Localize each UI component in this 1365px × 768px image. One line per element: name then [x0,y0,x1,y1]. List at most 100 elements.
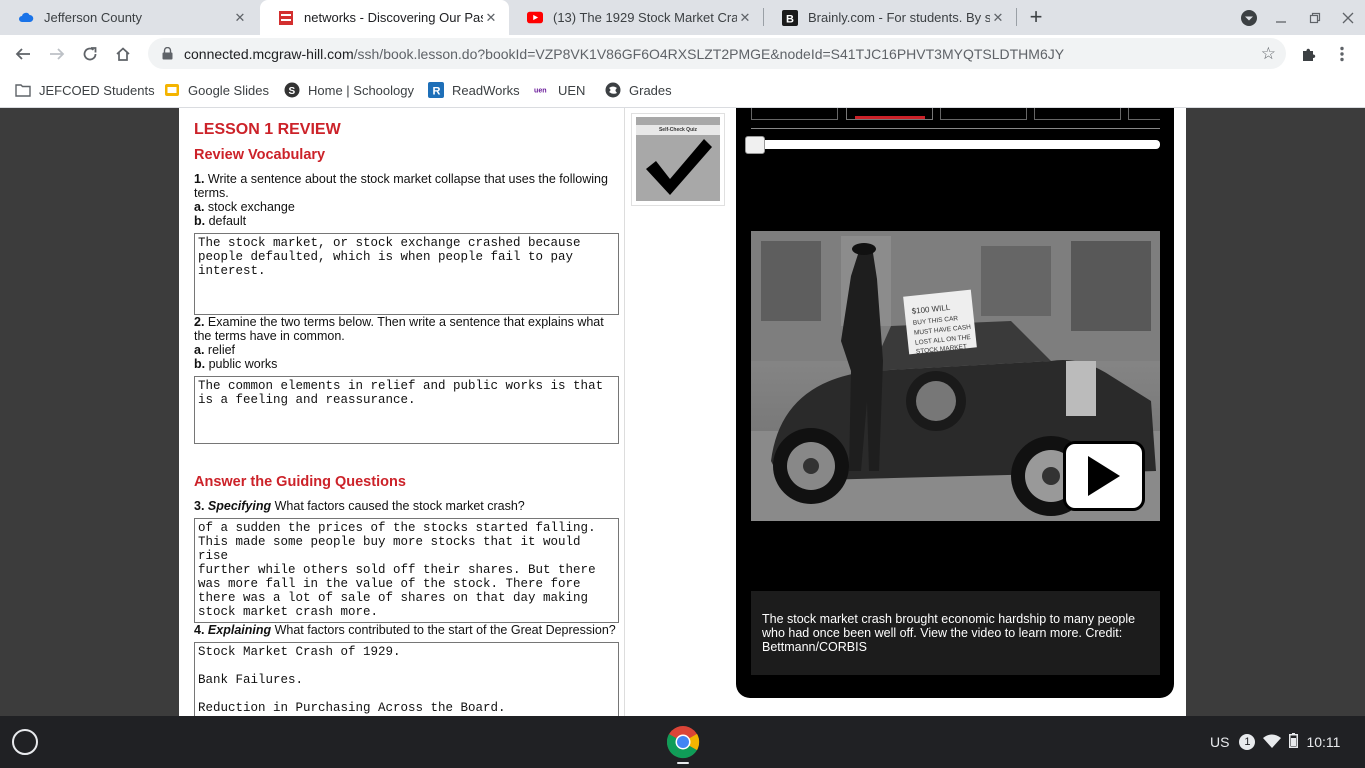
restore-icon[interactable] [1298,0,1332,35]
launcher-icon[interactable] [12,729,38,755]
notification-count: 1 [1244,736,1251,748]
bookmark-jefcoed-students[interactable]: JEFCOED Students [15,80,155,100]
media-thumbnail[interactable] [1128,108,1160,120]
bookmark-schoology[interactable]: S Home | Schoology [284,80,414,100]
readworks-icon: R [428,82,444,98]
close-icon[interactable]: ✕ [990,10,1006,26]
term-b-label: b. [194,357,206,371]
answer-1-textarea[interactable]: The stock market, or stock exchange cras… [194,233,619,315]
divider [751,128,1160,129]
mcgraw-hill-icon [278,10,294,26]
close-icon[interactable]: ✕ [232,10,248,26]
question-1: 1. Write a sentence about the stock mark… [194,172,624,228]
answer-3-textarea[interactable]: of a sudden the prices of the stocks sta… [194,518,619,623]
tab-separator [1016,8,1017,26]
lock-icon[interactable] [160,47,174,61]
media-thumbnail[interactable] [1034,108,1121,120]
bookmark-uen[interactable]: uen UEN [534,80,585,100]
chrome-icon[interactable] [666,725,700,759]
photo-caption: The stock market crash brought economic … [751,591,1160,675]
url-text: connected.mcgraw-hill.com/ssh/book.lesso… [184,46,1064,62]
review-column: LESSON 1 REVIEW Review Vocabulary 1. Wri… [179,108,625,716]
play-icon [1088,456,1120,496]
grades-icon [605,82,621,98]
os-shelf: US 1 10:11 [0,716,1365,768]
tab-title: networks - Discovering Our Past [304,10,483,25]
question-2: 2. Examine the two terms below. Then wri… [194,315,624,371]
slider-handle[interactable] [745,136,765,154]
bookmark-label: Home | Schoology [308,82,414,98]
folder-icon [15,82,31,98]
media-thumbnail-active[interactable] [846,108,933,120]
bookmark-google-slides[interactable]: Google Slides [164,80,269,100]
bookmark-label: Grades [629,82,672,98]
question-number: 1. [194,172,205,186]
question-skill: Explaining [207,623,272,637]
question-number: 4. [194,623,205,637]
quiz-label: Self-Check Quiz [636,125,720,135]
question-text: Examine the two terms below. Then write … [194,315,604,343]
reload-icon[interactable] [75,39,105,69]
input-method: US [1210,734,1230,750]
play-video-button[interactable] [1063,441,1145,511]
slider-track[interactable] [751,140,1160,149]
close-window-icon[interactable] [1331,0,1365,35]
bookmark-label: ReadWorks [452,82,520,98]
home-icon[interactable] [108,39,138,69]
tab-title: (13) The 1929 Stock Market Cras [553,10,737,25]
tab-search-icon[interactable] [1232,0,1266,35]
self-check-quiz-button[interactable]: Self-Check Quiz [631,113,725,206]
term-a: stock exchange [207,200,295,214]
extensions-puzzle-icon[interactable] [1294,39,1324,69]
brainly-icon: B [782,9,798,26]
lesson-content: LESSON 1 REVIEW Review Vocabulary 1. Wri… [179,108,1186,716]
bookmark-star-icon[interactable]: ☆ [1261,44,1276,64]
bookmark-label: Google Slides [188,82,269,98]
close-icon[interactable]: ✕ [737,10,753,26]
lesson-title: LESSON 1 REVIEW [194,121,341,138]
tab-youtube[interactable]: (13) The 1929 Stock Market Cras ✕ [509,0,763,35]
running-indicator [677,762,689,764]
bookmarks-bar: JEFCOED Students Google Slides S Home | … [0,72,1365,108]
svg-text:uen: uen [534,87,547,95]
schoology-icon: S [284,82,300,98]
new-tab-plus-icon[interactable]: + [1024,3,1048,31]
tab-jefferson-county[interactable]: Jefferson County ✕ [0,0,258,35]
answer-2-textarea[interactable]: The common elements in relief and public… [194,376,619,444]
term-b-label: b. [194,214,206,228]
answer-4-textarea[interactable]: Stock Market Crash of 1929. Bank Failure… [194,642,619,716]
uen-icon: uen [534,82,550,98]
question-text: Write a sentence about the stock market … [194,172,608,200]
term-a: relief [207,343,236,357]
guiding-heading: Answer the Guiding Questions [194,474,406,490]
forward-arrow-icon[interactable] [42,39,72,69]
svg-text:R: R [433,86,441,98]
question-3: 3. Specifying What factors caused the st… [194,499,624,513]
question-text: What factors caused the stock market cra… [274,499,525,513]
tab-strip: Jefferson County ✕ networks - Discoverin… [0,0,1365,35]
tab-networks[interactable]: networks - Discovering Our Past ✕ [260,0,509,35]
bookmark-readworks[interactable]: R ReadWorks [428,80,520,100]
media-thumbnails [751,108,1160,120]
clock: 10:11 [1306,734,1341,750]
checkmark-icon [646,139,712,195]
media-panel: $100 WILL BUY THIS CAR MUST HAVE CASH LO… [736,108,1174,698]
back-arrow-icon[interactable] [8,39,38,69]
stock-crash-photo: $100 WILL BUY THIS CAR MUST HAVE CASH LO… [751,231,1160,521]
media-thumbnail[interactable] [940,108,1027,120]
battery-icon [1289,733,1299,751]
close-icon[interactable]: ✕ [483,10,499,26]
cloud-icon [18,10,34,26]
vocab-heading: Review Vocabulary [194,147,326,163]
address-bar[interactable]: connected.mcgraw-hill.com/ssh/book.lesso… [148,38,1286,69]
question-number: 3. [194,499,205,513]
bookmark-grades[interactable]: Grades [605,80,672,100]
media-thumbnail[interactable] [751,108,838,120]
minimize-icon[interactable] [1264,0,1298,35]
tab-brainly[interactable]: B Brainly.com - For students. By st ✕ [764,0,1016,35]
term-a-label: a. [194,343,205,357]
status-tray[interactable]: US 1 10:11 [1210,726,1360,758]
more-menu-icon[interactable] [1327,39,1357,69]
media-slider[interactable] [745,136,1160,154]
url-path: /ssh/book.lesson.do?bookId=VZP8VK1V86GF6… [353,45,1065,62]
